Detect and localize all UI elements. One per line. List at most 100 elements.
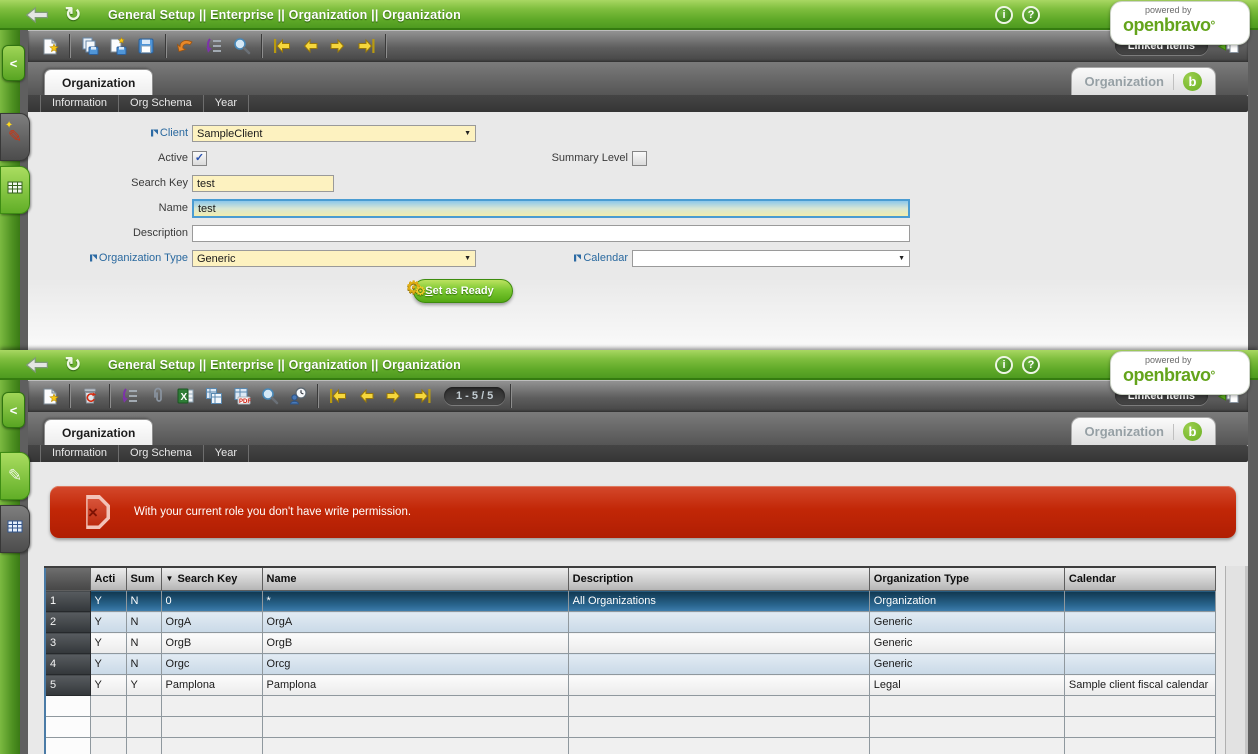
save-new-icon[interactable] [77,33,103,59]
header-organization-type[interactable]: Organization Type [868,566,1065,591]
header-active[interactable]: Acti [89,566,127,591]
subtab-org-schema[interactable]: Org Schema [119,445,204,462]
new-record-icon[interactable] [37,383,63,409]
organization-type-label[interactable]: Organization Type [28,252,188,265]
openbravo-b-icon: b [1183,422,1202,441]
subtab-year[interactable]: Year [204,95,250,112]
name-input[interactable] [192,199,910,218]
next-record-icon[interactable] [381,383,407,409]
vertical-scrollbar[interactable] [1225,566,1248,754]
cell [868,716,1065,738]
top-header: ↻ General Setup || Enterprise || Organiz… [0,0,1258,45]
cell [567,737,870,754]
info-icon[interactable]: i [995,6,1013,24]
save-icon[interactable] [133,33,159,59]
cell [868,737,1065,754]
cell: Y [89,590,127,612]
form-tabrow: Organization Organization b [28,62,1248,95]
help-icon[interactable]: ? [1022,356,1040,374]
table-row-empty[interactable] [44,716,1217,738]
cell [261,716,569,738]
cell [160,737,263,754]
grid-view-tab[interactable] [0,166,30,214]
tree-view-icon[interactable] [201,33,227,59]
row-number: 4 [44,653,91,675]
cell [89,695,127,717]
search-key-label: Search Key [131,177,188,189]
summary-level-checkbox[interactable]: ✓ [632,151,647,166]
client-select[interactable]: SampleClient ▼ [192,125,476,142]
info-icon[interactable]: i [995,356,1013,374]
undo-icon[interactable] [173,33,199,59]
subtab-org-schema[interactable]: Org Schema [119,95,204,112]
table-row-empty[interactable] [44,737,1217,754]
delete-icon[interactable] [77,383,103,409]
previous-record-icon[interactable] [353,383,379,409]
refresh-icon[interactable]: ↻ [60,354,86,376]
grid-window-main: X PDF 1 - 5 / 5 Linked Items Organizatio… [20,380,1258,754]
table-row[interactable]: 5 Y Y Pamplona Pamplona Legal Sample client fi… [44,674,1217,696]
set-as-ready-button[interactable]: ⚙ ⚙ Set as Ready [406,278,513,303]
table-row-empty[interactable] [44,695,1217,717]
refresh-icon[interactable]: ↻ [60,4,86,26]
subtab-information[interactable]: Information [40,95,120,112]
table-row[interactable]: 2 Y N OrgA OrgA Generic [44,611,1217,633]
header-calendar[interactable]: Calendar [1063,566,1217,591]
save-close-icon[interactable] [105,33,131,59]
window-grid-view: ↻ General Setup || Enterprise || Organiz… [0,350,1258,754]
export-excel-icon[interactable]: X [173,383,199,409]
new-record-icon[interactable] [37,33,63,59]
form-view-tab[interactable]: ✎ [0,452,30,500]
window-tab-organization[interactable]: Organization b [1070,417,1216,445]
search-icon[interactable] [257,383,283,409]
client-label[interactable]: Client [28,127,188,140]
calendar-label[interactable]: Calendar [448,252,628,265]
grid-view-tab[interactable] [0,505,30,553]
table-row[interactable]: 4 Y N Orgc Orcg Generic [44,653,1217,675]
last-record-icon[interactable] [353,33,379,59]
first-record-icon[interactable] [269,33,295,59]
attachment-icon[interactable] [145,383,171,409]
window-tab-organization[interactable]: Organization b [1070,67,1216,95]
organization-type-select[interactable]: Generic ▼ [192,250,476,267]
first-record-icon[interactable] [325,383,351,409]
cell [567,632,870,654]
help-icon[interactable]: ? [1022,6,1040,24]
previous-record-icon[interactable] [297,33,323,59]
tree-view-icon[interactable] [117,383,143,409]
copy-record-icon[interactable] [201,383,227,409]
error-message: With your current role you don't have wr… [134,506,412,518]
back-icon[interactable] [24,354,50,376]
cell: Generic [868,653,1065,675]
next-record-icon[interactable] [325,33,351,59]
grid-icon [7,181,23,199]
grid-area: × With your current role you don't have … [28,462,1248,754]
table-row[interactable]: 1 Y N 0 * All Organizations Organization [44,590,1217,612]
description-input[interactable] [192,225,910,242]
form-window-main: Linked Items Organization Organization b… [20,30,1258,350]
table-row[interactable]: 3 Y N OrgB OrgB Generic [44,632,1217,654]
last-record-icon[interactable] [409,383,435,409]
calendar-select[interactable]: ▼ [632,250,910,267]
subtab-information[interactable]: Information [40,445,120,462]
header-search-key[interactable]: ▼ Search Key [160,566,263,591]
search-key-input[interactable] [192,175,334,192]
form-area: Client SampleClient ▼ Active ✓ Summary L… [28,112,1248,350]
subtab-year[interactable]: Year [204,445,250,462]
cell [567,611,870,633]
header-description[interactable]: Description [567,566,870,591]
collapse-sidebar-button[interactable]: < [2,45,25,81]
tab-organization[interactable]: Organization [44,69,154,95]
header-summary[interactable]: Sum [125,566,162,591]
search-icon[interactable] [229,33,255,59]
export-pdf-icon[interactable]: PDF [229,383,255,409]
cell: Legal [868,674,1065,696]
active-checkbox[interactable]: ✓ [192,151,207,166]
cell: Pamplona [261,674,569,696]
header-name[interactable]: Name [261,566,569,591]
tab-organization[interactable]: Organization [44,419,154,445]
audit-icon[interactable] [285,383,311,409]
collapse-sidebar-button[interactable]: < [2,392,25,428]
form-view-tab[interactable]: ✎ ✦ [0,113,30,161]
back-icon[interactable] [24,4,50,26]
